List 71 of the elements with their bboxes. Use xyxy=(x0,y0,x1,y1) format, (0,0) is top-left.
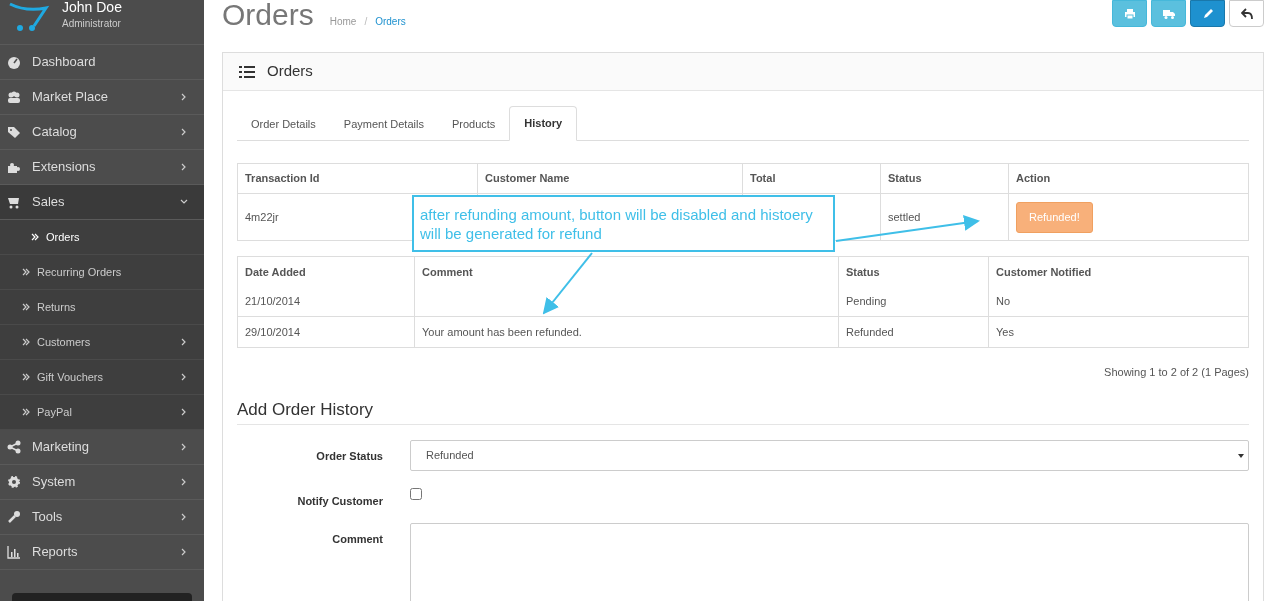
submenu-item[interactable]: Returns xyxy=(0,290,204,325)
table-cell: 21/10/2014 xyxy=(237,286,415,317)
submenu-item[interactable]: Customers xyxy=(0,325,204,360)
double-chevron-icon xyxy=(22,303,30,311)
breadcrumb-separator: / xyxy=(364,15,368,29)
double-chevron-icon xyxy=(22,268,30,276)
cart-logo-icon xyxy=(8,2,50,32)
wrench-icon xyxy=(7,510,21,524)
settings-icon xyxy=(7,475,21,489)
dropdown-caret-icon xyxy=(1238,453,1244,458)
share-icon xyxy=(7,440,21,454)
table-cell: settled xyxy=(880,193,1009,241)
bar-chart-icon xyxy=(7,545,21,559)
section-title: Add Order History xyxy=(237,396,1249,425)
annotation-callout: after refunding amount, button will be disabled and histoery will be generated for refund xyxy=(412,195,835,252)
comment-field[interactable] xyxy=(410,523,1249,601)
print-button[interactable] xyxy=(1112,0,1147,27)
list-icon xyxy=(239,65,255,78)
field-label: Comment xyxy=(332,532,383,547)
tab[interactable]: History xyxy=(509,106,578,141)
pencil-icon xyxy=(1201,7,1214,20)
order-status-select[interactable]: Refunded xyxy=(410,440,1249,471)
panel-title: Orders xyxy=(267,61,313,82)
column-header: Customer Notified xyxy=(988,256,1249,287)
table-cell: Your amount has been refunded. xyxy=(414,316,839,348)
table-cell: Pending xyxy=(838,286,989,317)
submenu-item[interactable]: Recurring Orders xyxy=(0,255,204,290)
field-label: Notify Customer xyxy=(297,494,383,509)
field-label: Order Status xyxy=(316,449,383,464)
double-chevron-icon xyxy=(22,408,30,416)
submenu-item[interactable]: Orders xyxy=(0,220,204,255)
sidebar-item[interactable]: Sales xyxy=(0,185,204,220)
table-cell: No xyxy=(988,286,1249,317)
back-button[interactable] xyxy=(1229,0,1264,27)
table-cell: 29/10/2014 xyxy=(237,316,415,348)
cart-icon xyxy=(7,195,21,209)
annotation-arrow xyxy=(542,252,593,315)
tab[interactable]: Order Details xyxy=(237,107,330,141)
submenu-item[interactable]: Gift Vouchers xyxy=(0,360,204,395)
column-header: Total xyxy=(742,163,881,194)
page-title: Orders xyxy=(222,0,314,33)
double-chevron-icon xyxy=(22,338,30,346)
user-role: Administrator xyxy=(62,17,122,31)
gauge-icon xyxy=(7,55,21,69)
reply-icon xyxy=(1240,7,1253,20)
truck-button[interactable] xyxy=(1151,0,1186,27)
column-header: Customer Name xyxy=(477,163,743,194)
column-header: Transaction Id xyxy=(237,163,478,194)
double-chevron-icon xyxy=(22,373,30,381)
notify-checkbox[interactable] xyxy=(410,488,422,500)
table-cell: Yes xyxy=(988,316,1249,348)
users-icon xyxy=(7,90,21,104)
tag-icon xyxy=(7,125,21,139)
edit-button[interactable] xyxy=(1190,0,1225,27)
truck-icon xyxy=(1162,7,1175,20)
sidebar-item[interactable]: Dashboard xyxy=(0,45,204,80)
puzzle-icon xyxy=(7,160,21,174)
tab[interactable]: Products xyxy=(437,107,510,141)
column-header: Status xyxy=(880,163,1009,194)
submenu-item[interactable]: PayPal xyxy=(0,395,204,430)
user-name: John Doe xyxy=(62,0,122,16)
print-icon xyxy=(1123,7,1136,20)
pagination-text: Showing 1 to 2 of 2 (1 Pages) xyxy=(1104,365,1249,380)
tab[interactable]: Payment Details xyxy=(329,107,438,141)
breadcrumb-link[interactable]: Orders xyxy=(375,14,406,29)
table-cell: Refunded xyxy=(838,316,989,348)
column-header: Date Added xyxy=(237,256,415,287)
column-header: Action xyxy=(1008,163,1249,194)
column-header: Status xyxy=(838,256,989,287)
double-chevron-icon xyxy=(31,233,39,241)
column-header: Comment xyxy=(414,256,839,287)
